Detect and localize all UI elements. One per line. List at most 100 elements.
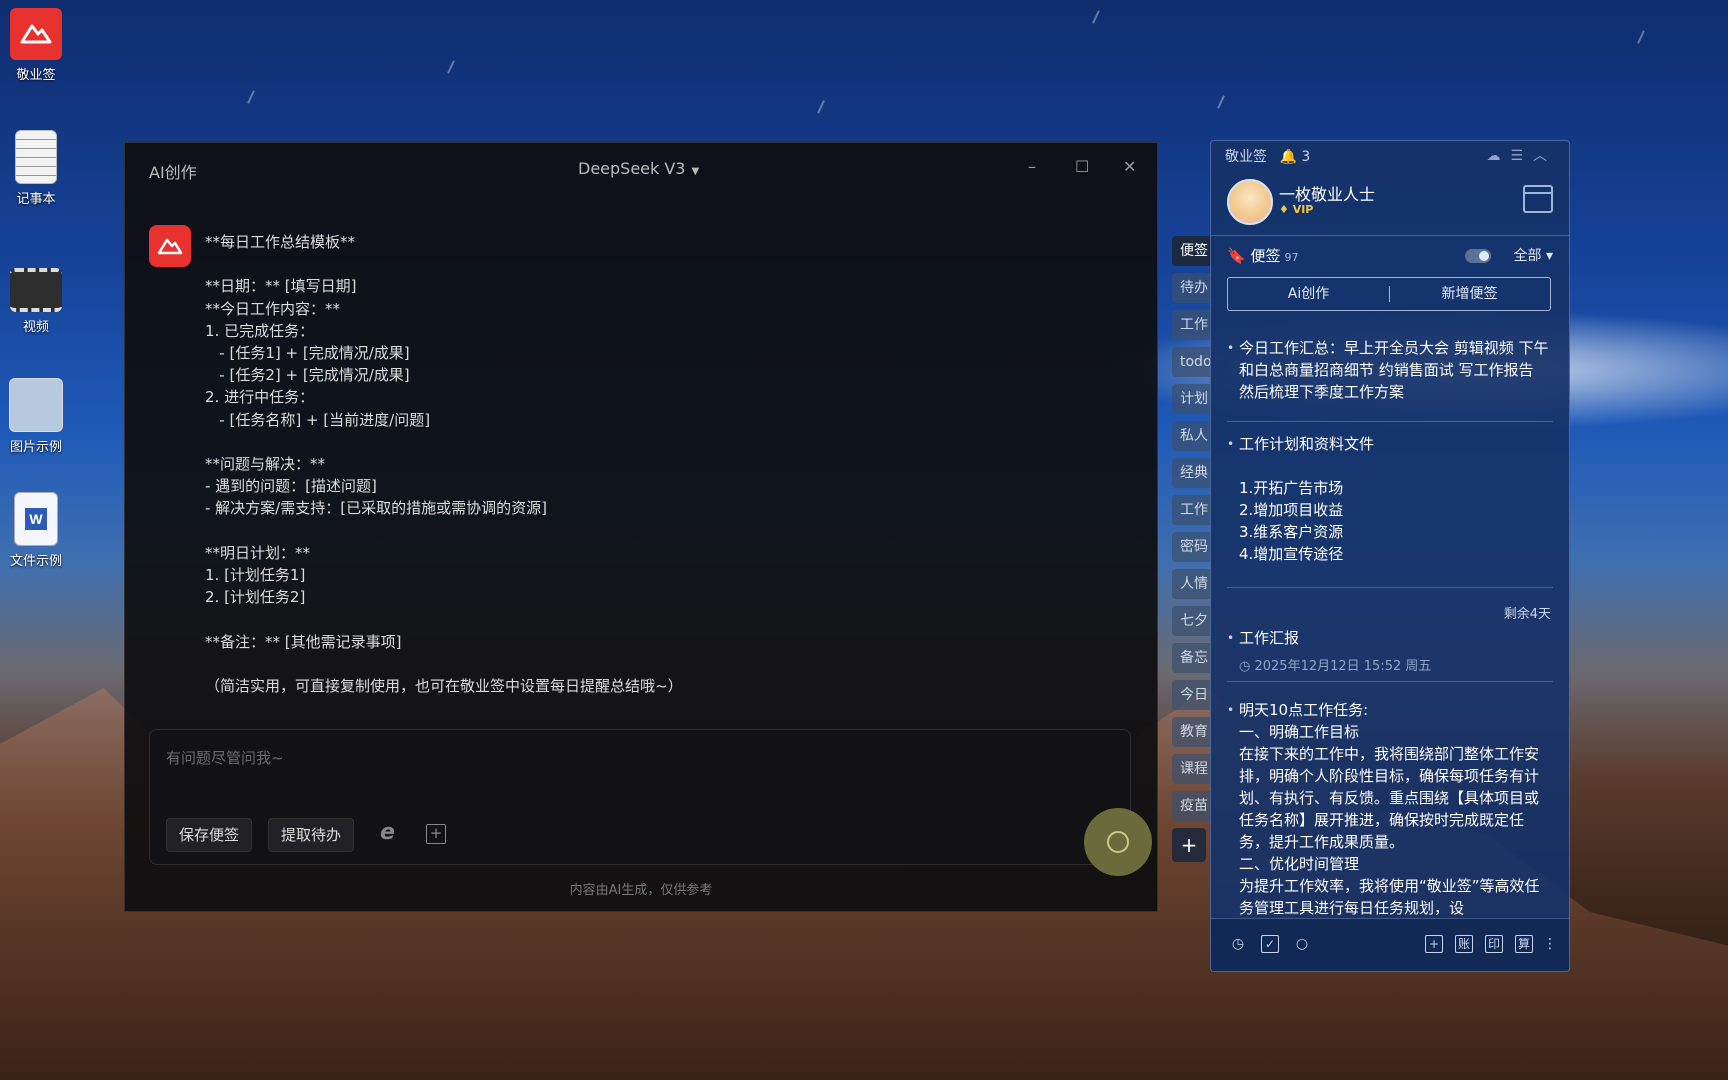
star <box>447 60 455 74</box>
view-toggle[interactable] <box>1465 249 1491 263</box>
tab-item[interactable]: 今日 <box>1172 680 1214 710</box>
more-icon[interactable]: ⋮ <box>1541 935 1559 953</box>
star <box>1637 30 1645 44</box>
image-file-icon <box>9 378 63 432</box>
collapse-icon[interactable]: ︿ <box>1533 148 1557 164</box>
text-file-icon <box>15 130 57 184</box>
tab-item[interactable]: 待办 <box>1172 273 1214 303</box>
tab-item[interactable]: 七夕 <box>1172 606 1214 636</box>
tab-item[interactable]: 工作 <box>1172 310 1214 340</box>
add-attachment-icon[interactable]: + <box>426 824 446 844</box>
send-button[interactable] <box>1084 808 1152 876</box>
caret-down-icon: ▼ <box>691 166 700 177</box>
divider <box>1227 421 1553 422</box>
header-actions: ☁☰︿ <box>1486 145 1557 165</box>
divider <box>1227 587 1553 588</box>
add-icon[interactable]: + <box>1425 935 1443 953</box>
new-note-button[interactable]: 新增便签 <box>1389 278 1550 310</box>
save-note-button[interactable]: 保存便签 <box>166 818 253 852</box>
app-name: 敬业签 <box>1225 149 1267 165</box>
desktop-icon-notepad[interactable]: 记事本 <box>4 130 68 207</box>
extract-todo-button[interactable]: 提取待办 <box>268 818 355 852</box>
note-item[interactable]: • 今日工作汇总：早上开全员大会 剪辑视频 下午和白总商量招商细节 约销售面试 … <box>1227 337 1553 403</box>
notes-filter-row: 🔖 便签 97 全部 ▾ <box>1227 245 1553 266</box>
reminder-time-text: 2025年12月12日 15:52 周五 <box>1254 659 1432 674</box>
desktop-icon-image[interactable]: 图片示例 <box>4 378 68 455</box>
bullet-icon: • <box>1227 341 1235 355</box>
ai-response-text: **每日工作总结模板** **日期：** [填写日期] **今日工作内容：** … <box>205 233 683 696</box>
notification-count: 3 <box>1301 149 1311 165</box>
section-label: 便签 <box>1250 247 1281 265</box>
cloud-sync-icon[interactable]: ☁ <box>1486 148 1510 164</box>
tab-item[interactable]: 人情 <box>1172 569 1214 599</box>
note-item[interactable]: • 工作汇报 <box>1227 627 1553 649</box>
tab-item[interactable]: todo <box>1172 347 1214 377</box>
category-tabs: 便签 待办 工作 todo 计划 私人 经典 工作 密码 人情 七夕 备忘 今日… <box>1172 236 1214 862</box>
filter-dropdown[interactable]: 全部 ▾ <box>1514 245 1553 265</box>
ai-creation-window: AI创作 DeepSeek V3 ▼ – ☐ ✕ **每日工作总结模板** **日… <box>124 142 1158 912</box>
note-text: 工作汇报 <box>1239 629 1300 647</box>
bookmark-icon: 🔖 <box>1227 247 1246 265</box>
window-title: AI创作 <box>149 163 197 182</box>
note-item[interactable]: • 工作计划和资料文件 1.开拓广告市场 2.增加项目收益 3.维系客户资源 4… <box>1227 433 1553 565</box>
bullet-icon: • <box>1227 631 1235 645</box>
star <box>1092 10 1100 24</box>
prompt-input[interactable] <box>164 748 1068 768</box>
filter-value: 全部 <box>1513 248 1542 264</box>
divider <box>1211 235 1569 236</box>
bullet-icon: • <box>1227 437 1235 451</box>
tab-item[interactable]: 教育 <box>1172 717 1214 747</box>
star <box>817 100 825 114</box>
calculator-icon[interactable]: 算 <box>1515 935 1533 953</box>
note-item[interactable]: • 明天10点工作任务: 一、明确工作目标 在接下来的工作中，我将围绕部门整体工… <box>1227 699 1553 919</box>
star <box>1217 95 1225 109</box>
disclaimer-text: 内容由AI生成，仅供参考 <box>569 883 713 898</box>
note-text: 今日工作汇总：早上开全员大会 剪辑视频 下午和白总商量招商细节 约销售面试 写工… <box>1239 339 1549 401</box>
desktop-icon-label: 图片示例 <box>9 440 62 455</box>
tab-item[interactable]: 经典 <box>1172 458 1214 488</box>
ledger-icon[interactable]: 账 <box>1455 935 1473 953</box>
avatar[interactable] <box>1227 179 1273 225</box>
minimize-button[interactable]: – <box>1028 157 1036 176</box>
bullet-icon: • <box>1227 703 1235 717</box>
browser-e-icon[interactable]: e <box>380 820 395 845</box>
desktop-icon-label: 敬业签 <box>16 68 56 83</box>
checkbox-icon[interactable]: ✓ <box>1261 935 1279 953</box>
panel-actions: Ai创作 新增便签 <box>1227 277 1551 311</box>
prompt-box: 保存便签 提取待办 e + <box>149 729 1152 876</box>
send-icon <box>1107 831 1129 853</box>
tab-item[interactable]: 密码 <box>1172 532 1214 562</box>
vip-badge: ♦ VIP <box>1279 203 1314 216</box>
model-name: DeepSeek V3 <box>578 159 686 178</box>
tab-item[interactable]: 计划 <box>1172 384 1214 414</box>
calendar-icon[interactable] <box>1523 185 1553 213</box>
vip-text: VIP <box>1292 203 1314 216</box>
menu-icon[interactable]: ☰ <box>1510 148 1533 164</box>
note-count: 97 <box>1284 251 1299 264</box>
tab-item[interactable]: 疫苗 <box>1172 791 1214 821</box>
desktop-icon-video[interactable]: 视频 <box>4 268 68 335</box>
desktop-icon-label: 记事本 <box>16 192 56 207</box>
user-name: 一枚敬业人士 <box>1279 185 1376 204</box>
ai-create-button[interactable]: Ai创作 <box>1228 278 1389 310</box>
remaining-days: 剩余4天 <box>1503 607 1551 622</box>
note-reminder-time: ◷ 2025年12月12日 15:52 周五 <box>1239 659 1432 674</box>
desktop-icon-app[interactable]: 敬业签 <box>4 8 68 83</box>
tab-item[interactable]: 课程 <box>1172 754 1214 784</box>
clock-icon[interactable]: ◷ <box>1229 935 1247 953</box>
model-selector[interactable]: DeepSeek V3 ▼ <box>578 159 699 178</box>
search-icon[interactable]: ○ <box>1293 935 1311 953</box>
maximize-button[interactable]: ☐ <box>1075 157 1089 176</box>
panel-header: 敬业签 🔔 3 <box>1225 146 1310 166</box>
print-icon[interactable]: 印 <box>1485 935 1503 953</box>
desktop-icon-word[interactable]: W 文件示例 <box>4 492 68 569</box>
tab-item[interactable]: 私人 <box>1172 421 1214 451</box>
add-tab-button[interactable]: + <box>1172 828 1206 862</box>
close-button[interactable]: ✕ <box>1123 157 1136 176</box>
star <box>247 90 255 104</box>
tab-item[interactable]: 便签 <box>1172 236 1214 266</box>
note-text: 工作计划和资料文件 1.开拓广告市场 2.增加项目收益 3.维系客户资源 4.增… <box>1239 435 1375 563</box>
tab-item[interactable]: 备忘 <box>1172 643 1214 673</box>
tab-item[interactable]: 工作 <box>1172 495 1214 525</box>
bell-icon[interactable]: 🔔 <box>1279 149 1296 165</box>
